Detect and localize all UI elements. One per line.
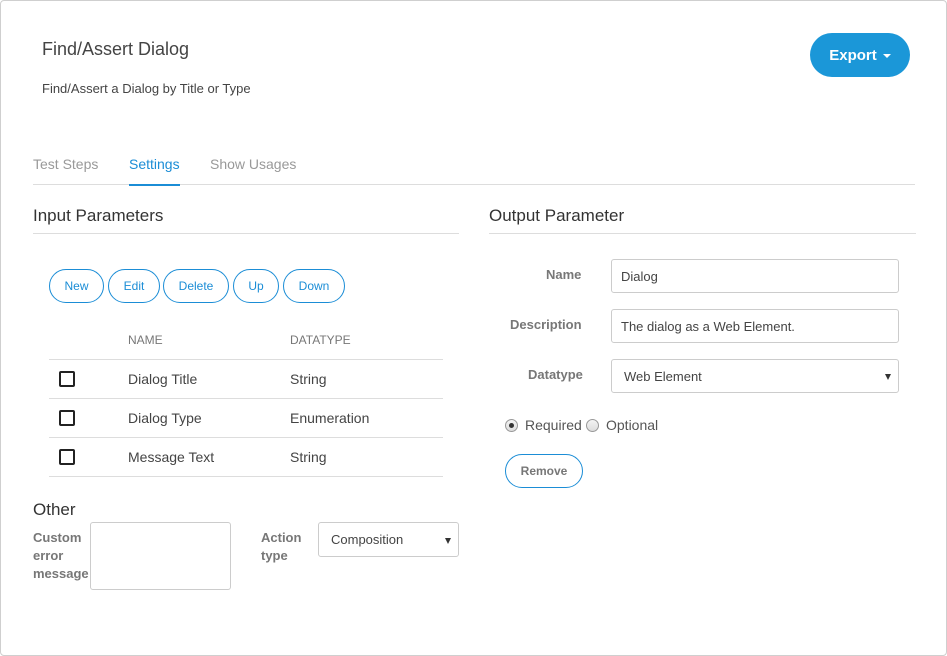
main-panel: Find/Assert Dialog Find/Assert a Dialog … [0, 0, 947, 656]
delete-button[interactable]: Delete [163, 269, 229, 303]
row-checkbox[interactable] [59, 371, 75, 387]
tab-settings[interactable]: Settings [129, 156, 180, 186]
dropdown-arrow-icon [445, 537, 451, 544]
column-header-name: NAME [128, 333, 163, 347]
up-button[interactable]: Up [233, 269, 279, 303]
other-title: Other [33, 500, 76, 519]
datatype-select[interactable]: Web Element [611, 359, 899, 393]
page-subtitle: Find/Assert a Dialog by Title or Type [42, 81, 251, 96]
name-label: Name [546, 267, 582, 282]
description-label: Description [510, 317, 582, 332]
column-header-datatype: DATATYPE [290, 333, 351, 347]
action-type-select[interactable]: Composition [318, 522, 459, 557]
dropdown-arrow-icon [885, 374, 891, 380]
datatype-value: Web Element [624, 368, 702, 384]
table-divider [49, 398, 443, 399]
table-divider [49, 359, 443, 360]
export-label: Export [829, 46, 877, 64]
param-name: Message Text [128, 449, 215, 465]
tab-bar: Test Steps Settings Show Usages [33, 151, 915, 186]
custom-error-textarea[interactable] [90, 522, 231, 590]
required-label: Required [525, 417, 582, 433]
row-checkbox[interactable] [59, 410, 75, 426]
new-button[interactable]: New [49, 269, 104, 303]
required-radio[interactable] [505, 419, 518, 432]
input-parameters-title: Input Parameters [33, 206, 164, 225]
datatype-label: Datatype [528, 367, 583, 382]
table-divider [49, 437, 443, 438]
param-name: Dialog Title [128, 371, 198, 387]
table-divider [49, 476, 443, 477]
divider [489, 233, 916, 234]
caret-down-icon [882, 54, 891, 58]
param-datatype: String [290, 449, 327, 465]
custom-error-label: Custom error message [33, 530, 89, 581]
optional-label: Optional [606, 417, 659, 433]
name-input[interactable]: Dialog [611, 259, 899, 293]
down-button[interactable]: Down [283, 269, 345, 303]
edit-button[interactable]: Edit [108, 269, 160, 303]
divider [33, 233, 459, 234]
description-input[interactable]: The dialog as a Web Element. [611, 309, 899, 343]
action-type-label: Action type [261, 530, 302, 563]
param-datatype: String [290, 371, 327, 387]
export-button[interactable]: Export [810, 33, 910, 77]
remove-button[interactable]: Remove [505, 454, 583, 488]
action-type-value: Composition [331, 532, 404, 547]
tab-test-steps[interactable]: Test Steps [33, 156, 98, 184]
page-title: Find/Assert Dialog [42, 39, 190, 59]
row-checkbox[interactable] [59, 449, 75, 465]
tab-show-usages[interactable]: Show Usages [210, 156, 296, 184]
param-name: Dialog Type [128, 410, 202, 426]
param-datatype: Enumeration [290, 410, 370, 426]
output-parameter-title: Output Parameter [489, 206, 625, 225]
optional-radio[interactable] [586, 419, 599, 432]
